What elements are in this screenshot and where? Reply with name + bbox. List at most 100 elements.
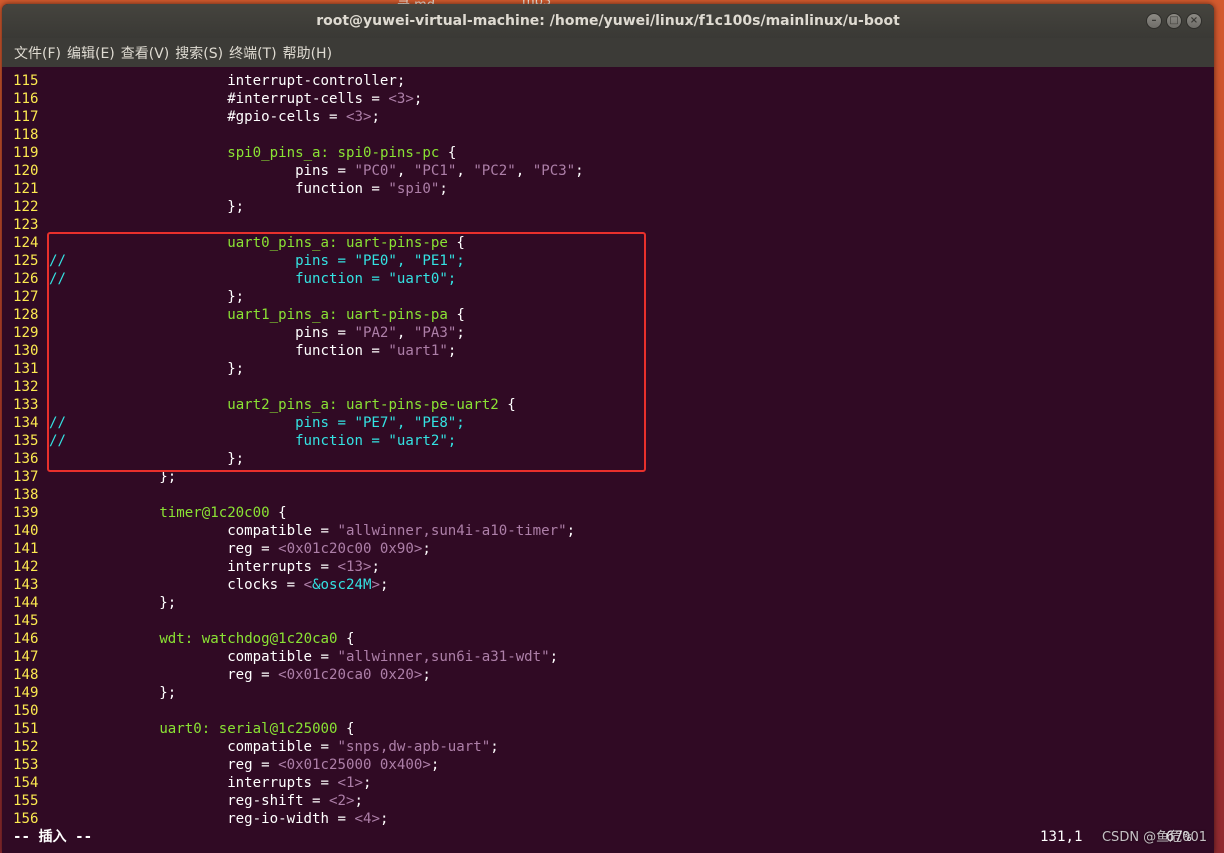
editor-line[interactable]: 122 }; [13,198,244,216]
code-text: pins = [49,163,355,179]
code-text: { [439,145,457,161]
code-text: compatible = [49,739,338,755]
line-number: 150 [13,703,39,719]
terminal-content[interactable]: 156 reg-io-width = <4>; 155 reg-shift = <… [2,67,1214,853]
menu-view[interactable]: 查看(V) [121,43,176,63]
menu-help[interactable]: 帮助(H) [283,43,338,63]
line-number: 127 [13,289,39,305]
terminal-window: root@yuwei-virtual-machine: /home/yuwei/… [2,4,1214,853]
line-number: 117 [13,109,39,125]
menu-search[interactable]: 搜索(S) [175,43,229,63]
editor-line[interactable]: 145 [13,612,49,630]
editor-line[interactable]: 144 }; [13,594,176,612]
line-number: 124 [13,235,39,251]
code-string: "PC0" [354,163,397,179]
code-string: "PC1" [413,163,457,179]
code-label: spi0_pins_a: [227,145,330,161]
minimize-button[interactable]: – [1146,13,1162,29]
window-titlebar[interactable]: root@yuwei-virtual-machine: /home/yuwei/… [2,4,1214,38]
line-number: 153 [13,757,39,773]
line-number: 122 [13,199,39,215]
editor-line[interactable]: 154 interrupts = <1>; [13,774,371,792]
editor-line[interactable]: 149 }; [13,684,176,702]
editor-line[interactable]: 115 interrupt-controller; [13,72,405,90]
editor-line[interactable]: 121 function = "spi0"; [13,180,448,198]
code-text: reg-shift = [49,793,330,809]
line-number: 148 [13,667,39,683]
editor-line[interactable]: 156 reg-io-width = <4>; [13,810,388,828]
editor-line[interactable]: 147 compatible = "allwinner,sun6i-a31-wd… [13,648,558,666]
code-text: ; [371,109,380,125]
line-number: 144 [13,595,39,611]
cursor-position: 131,1 [1040,829,1083,845]
editor-line[interactable]: 155 reg-shift = <2>; [13,792,363,810]
code-text: ; [413,91,423,107]
line-number: 152 [13,739,39,755]
editor-line[interactable]: 118 [13,126,49,144]
editor-line[interactable]: 141 reg = <0x01c20c00 0x90>; [13,540,431,558]
editor-line[interactable]: 150 [13,702,49,720]
code-label: spi0-pins-pc [337,145,440,161]
code-text: ; [379,811,389,827]
code-text: }; [49,595,177,611]
editor-line[interactable]: 143 clocks = <&osc24M>; [13,576,388,594]
window-controls: – □ × [1146,13,1202,29]
line-number: 137 [13,469,39,485]
editor-line[interactable]: 139 timer@1c20c00 { [13,504,287,522]
line-number: 136 [13,451,39,467]
editor-line[interactable]: 146 wdt: watchdog@1c20ca0 { [13,630,355,648]
editor-line[interactable]: 140 compatible = "allwinner,sun4i-a10-ti… [13,522,575,540]
editor-line[interactable]: 151 uart0: serial@1c25000 { [13,720,355,738]
code-string: "PC2" [473,163,516,179]
code-label: timer@1c20c00 [159,505,270,521]
code-text: compatible = [49,523,338,539]
code-string: <4> [354,811,380,827]
editor-line[interactable]: 120 pins = "PC0", "PC1", "PC2", "PC3"; [13,162,584,180]
line-number: 142 [13,559,39,575]
line-number: 132 [13,379,39,395]
window-title: root@yuwei-virtual-machine: /home/yuwei/… [316,13,900,29]
editor-line[interactable]: 132 [13,378,49,396]
code-string: <0x01c20c00 0x90> [278,541,423,557]
line-number: 134 [13,415,39,431]
editor-line[interactable]: 123 [13,216,49,234]
line-number: 151 [13,721,39,737]
editor-line[interactable]: 142 interrupts = <13>; [13,558,380,576]
editor-line[interactable]: 153 reg = <0x01c25000 0x400>; [13,756,439,774]
maximize-button[interactable]: □ [1166,13,1182,29]
code-text: interrupt-controller; [49,73,406,89]
code-text: ; [379,577,389,593]
line-number: 133 [13,397,39,413]
desktop-background: 录.md mp3 root@yuwei-virtual-machine: /ho… [0,0,1224,853]
code-text: { [269,505,287,521]
editor-line[interactable]: 152 compatible = "snps,dw-apb-uart"; [13,738,499,756]
editor-line[interactable]: 117 #gpio-cells = <3>; [13,108,380,126]
menu-file[interactable]: 文件(F) [2,43,67,63]
editor-line[interactable]: 116 #interrupt-cells = <3>; [13,90,422,108]
line-number: 156 [13,811,39,827]
code-string: <13> [337,559,372,575]
code-text: ; [430,757,440,773]
code-label: uart0: [159,721,211,737]
line-number: 135 [13,433,39,449]
editor-line[interactable]: 138 [13,486,49,504]
close-button[interactable]: × [1186,13,1202,29]
editor-line[interactable]: 119 spi0_pins_a: spi0-pins-pc { [13,144,456,162]
code-text: ; [549,649,559,665]
code-label: watchdog@1c20ca0 [201,631,338,647]
line-number: 149 [13,685,39,701]
editor-line[interactable]: 148 reg = <0x01c20ca0 0x20>; [13,666,431,684]
code-string: <3> [345,109,372,125]
code-string: < [303,577,313,593]
code-text: ; [422,667,431,683]
menu-terminal[interactable]: 终端(T) [229,43,282,63]
line-number: 126 [13,271,39,287]
code-text: }; [49,199,245,215]
menu-edit[interactable]: 编辑(E) [67,43,121,63]
line-number: 146 [13,631,39,647]
